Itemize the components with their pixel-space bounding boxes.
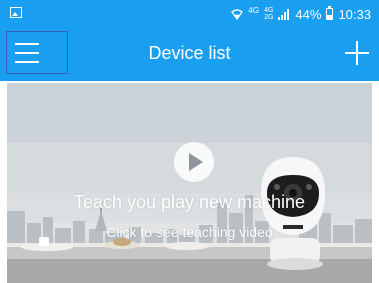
page-title: Device list bbox=[148, 43, 231, 63]
screen: 4G 4G 2G 44% 10:33 Device list Teach you… bbox=[0, 0, 379, 283]
camera-illustration bbox=[261, 157, 325, 270]
banner-title: Teach you play new machine bbox=[73, 192, 306, 212]
battery-percentage: 44% bbox=[295, 6, 322, 22]
status-left bbox=[10, 7, 22, 18]
status-bar: 4G 4G 2G 44% 10:33 bbox=[0, 0, 379, 28]
play-video-button[interactable] bbox=[174, 142, 214, 182]
network-type: 4G bbox=[248, 6, 260, 15]
battery-icon bbox=[326, 6, 334, 20]
network-type-secondary: 4G bbox=[264, 7, 274, 14]
network-stack: 4G 2G bbox=[264, 7, 273, 21]
add-device-button[interactable] bbox=[345, 41, 369, 65]
app-bar: Device list bbox=[0, 28, 379, 81]
status-right: 4G 4G 2G 44% 10:33 bbox=[231, 0, 371, 28]
city-skyline-image bbox=[7, 83, 372, 283]
clock: 10:33 bbox=[338, 6, 371, 22]
gallery-notification-icon bbox=[10, 7, 22, 18]
signal-icon bbox=[278, 8, 290, 20]
teaching-video-banner[interactable]: Teach you play new machine Click to see … bbox=[7, 83, 372, 283]
network-type-tertiary: 2G bbox=[264, 14, 274, 21]
banner-subtitle[interactable]: Click to see teaching video bbox=[7, 223, 372, 241]
wifi-icon bbox=[231, 9, 244, 20]
